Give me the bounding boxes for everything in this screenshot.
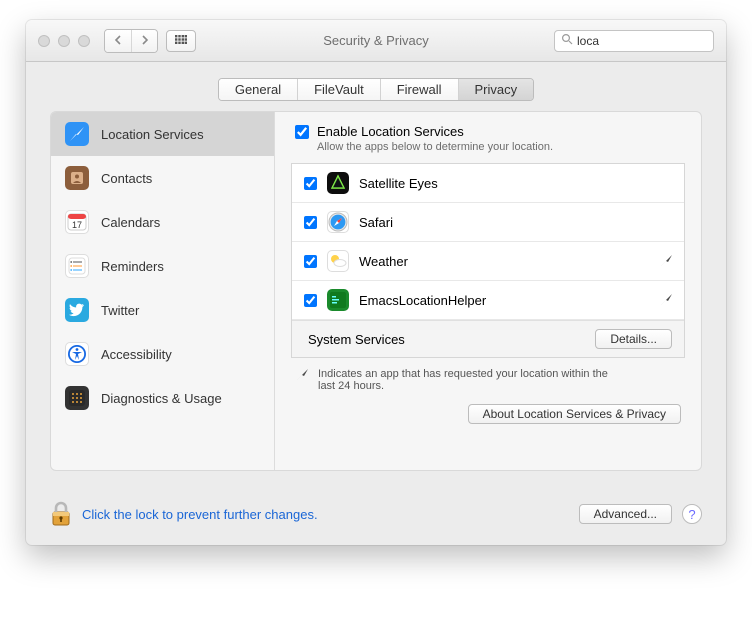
tab-privacy[interactable]: Privacy	[458, 79, 534, 100]
app-row: Satellite Eyes	[292, 164, 684, 203]
nav-back-button[interactable]	[105, 30, 131, 52]
app-list: Satellite Eyes Safari Weather EmacsLocation…	[291, 163, 685, 358]
app-row: Weather	[292, 242, 684, 281]
sidebar-item-location-services[interactable]: Location Services	[51, 112, 274, 156]
app-name: Satellite Eyes	[359, 176, 672, 191]
privacy-detail-pane: Enable Location Services Allow the apps …	[275, 112, 701, 470]
content: Location Services Contacts 17 Calendars Remi…	[26, 111, 726, 489]
sidebar-item-contacts[interactable]: Contacts	[51, 156, 274, 200]
sidebar-item-diagnostics-usage[interactable]: Diagnostics & Usage	[51, 376, 274, 420]
close-dot[interactable]	[38, 35, 50, 47]
nav-forward-button[interactable]	[131, 30, 157, 52]
privacy-panel: Location Services Contacts 17 Calendars Remi…	[50, 111, 702, 471]
search-icon	[561, 33, 573, 48]
diag-icon	[65, 386, 89, 410]
enable-location-checkbox[interactable]	[295, 125, 309, 139]
advanced-button[interactable]: Advanced...	[579, 504, 672, 524]
traffic-lights	[38, 35, 90, 47]
sidebar-item-twitter[interactable]: Twitter	[51, 288, 274, 332]
twitter-icon	[65, 298, 89, 322]
preferences-window: Security & Privacy ✕ GeneralFileVaultFir…	[26, 20, 726, 545]
app-name: Weather	[359, 254, 651, 269]
app-row: EmacsLocationHelper	[292, 281, 684, 320]
hint-row: Indicates an app that has requested your…	[291, 358, 685, 398]
nav-back-forward	[104, 29, 158, 53]
enable-location-label: Enable Location Services	[317, 124, 464, 139]
app-allow-checkbox[interactable]	[304, 216, 317, 229]
sidebar-item-label: Location Services	[101, 127, 204, 142]
help-button[interactable]: ?	[682, 504, 702, 524]
enable-location-subtext: Allow the apps below to determine your l…	[291, 141, 685, 153]
sidebar-item-accessibility[interactable]: Accessibility	[51, 332, 274, 376]
search-input[interactable]	[577, 34, 726, 48]
app-name: EmacsLocationHelper	[359, 293, 651, 308]
tab-filevault[interactable]: FileVault	[297, 79, 380, 100]
location-arrow-icon	[297, 368, 308, 383]
sat-icon	[327, 172, 349, 194]
tabs-row: GeneralFileVaultFirewallPrivacy	[26, 62, 726, 111]
about-location-button[interactable]: About Location Services & Privacy	[468, 404, 681, 424]
svg-text:17: 17	[72, 220, 82, 230]
safari-icon	[327, 211, 349, 233]
sidebar-item-label: Reminders	[101, 259, 164, 274]
emacs-icon	[327, 289, 349, 311]
privacy-sidebar: Location Services Contacts 17 Calendars Remi…	[51, 112, 275, 470]
system-services-row: System Services Details...	[292, 320, 684, 357]
lock-text[interactable]: Click the lock to prevent further change…	[82, 507, 318, 522]
tabs: GeneralFileVaultFirewallPrivacy	[218, 78, 534, 101]
app-name: Safari	[359, 215, 672, 230]
footer-right: Advanced... ?	[579, 504, 702, 524]
recent-location-icon	[661, 254, 672, 269]
system-services-label: System Services	[304, 332, 585, 347]
hint-text: Indicates an app that has requested your…	[318, 368, 618, 392]
show-all-button[interactable]	[166, 30, 196, 52]
app-allow-checkbox[interactable]	[304, 294, 317, 307]
app-row: Safari	[292, 203, 684, 242]
footer: Click the lock to prevent further change…	[26, 489, 726, 545]
sidebar-item-calendars[interactable]: 17 Calendars	[51, 200, 274, 244]
sidebar-item-label: Calendars	[101, 215, 160, 230]
zoom-dot[interactable]	[78, 35, 90, 47]
app-allow-checkbox[interactable]	[304, 177, 317, 190]
search-field[interactable]: ✕	[554, 30, 714, 52]
tab-firewall[interactable]: Firewall	[380, 79, 458, 100]
location-icon	[65, 122, 89, 146]
contacts-icon	[65, 166, 89, 190]
calendar-icon: 17	[65, 210, 89, 234]
accessibility-icon	[65, 342, 89, 366]
lock-icon[interactable]	[50, 501, 72, 527]
enable-row: Enable Location Services	[291, 124, 685, 139]
about-row: About Location Services & Privacy	[291, 398, 685, 426]
sidebar-item-label: Contacts	[101, 171, 152, 186]
weather-icon	[327, 250, 349, 272]
sidebar-item-label: Diagnostics & Usage	[101, 391, 222, 406]
sidebar-item-label: Twitter	[101, 303, 139, 318]
titlebar: Security & Privacy ✕	[26, 20, 726, 62]
reminders-icon	[65, 254, 89, 278]
tab-general[interactable]: General	[219, 79, 297, 100]
system-services-details-button[interactable]: Details...	[595, 329, 672, 349]
recent-location-icon	[661, 293, 672, 308]
minimize-dot[interactable]	[58, 35, 70, 47]
grid-icon	[175, 35, 187, 47]
sidebar-item-label: Accessibility	[101, 347, 172, 362]
sidebar-item-reminders[interactable]: Reminders	[51, 244, 274, 288]
app-allow-checkbox[interactable]	[304, 255, 317, 268]
